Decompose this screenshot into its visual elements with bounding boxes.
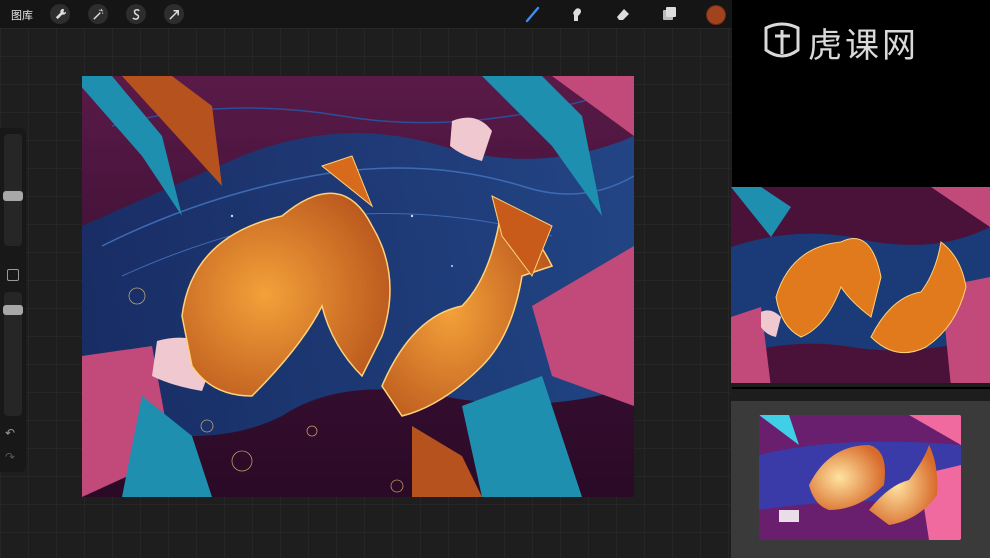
procreate-app: 图库 ↶ ↷ xyxy=(0,0,732,558)
reference-koi-illustration xyxy=(731,187,990,387)
left-sidebar: ↶ ↷ xyxy=(0,128,26,472)
reference-image-2 xyxy=(731,389,990,558)
brush-icon[interactable] xyxy=(522,4,544,24)
redo-icon[interactable]: ↷ xyxy=(5,450,15,464)
opacity-handle[interactable] xyxy=(3,305,23,315)
color-picker-swatch[interactable] xyxy=(706,5,726,25)
selection-s-icon[interactable] xyxy=(126,4,146,24)
magic-wand-icon[interactable] xyxy=(88,4,108,24)
undo-icon[interactable]: ↶ xyxy=(5,426,15,440)
brush-size-slider[interactable] xyxy=(3,134,23,246)
move-arrow-icon[interactable] xyxy=(164,4,184,24)
top-toolbar: 图库 xyxy=(0,0,732,28)
gallery-button[interactable]: 图库 xyxy=(11,7,33,23)
reference-toolbar xyxy=(731,389,990,401)
reference-glow-illustration xyxy=(759,415,961,540)
watermark-text: 虎课网 xyxy=(808,26,919,66)
layers-icon[interactable] xyxy=(658,4,680,24)
watermark-badge-icon xyxy=(764,22,800,58)
artwork-canvas[interactable] xyxy=(82,76,634,497)
wrench-icon[interactable] xyxy=(50,4,70,24)
eraser-icon[interactable] xyxy=(612,4,634,24)
koi-illustration xyxy=(82,76,634,497)
modify-button[interactable] xyxy=(7,269,19,281)
brush-size-handle[interactable] xyxy=(3,191,23,201)
reference-image-1 xyxy=(731,187,990,387)
opacity-slider[interactable] xyxy=(3,292,23,416)
smudge-icon[interactable] xyxy=(566,4,588,24)
reference-photo xyxy=(759,415,961,540)
